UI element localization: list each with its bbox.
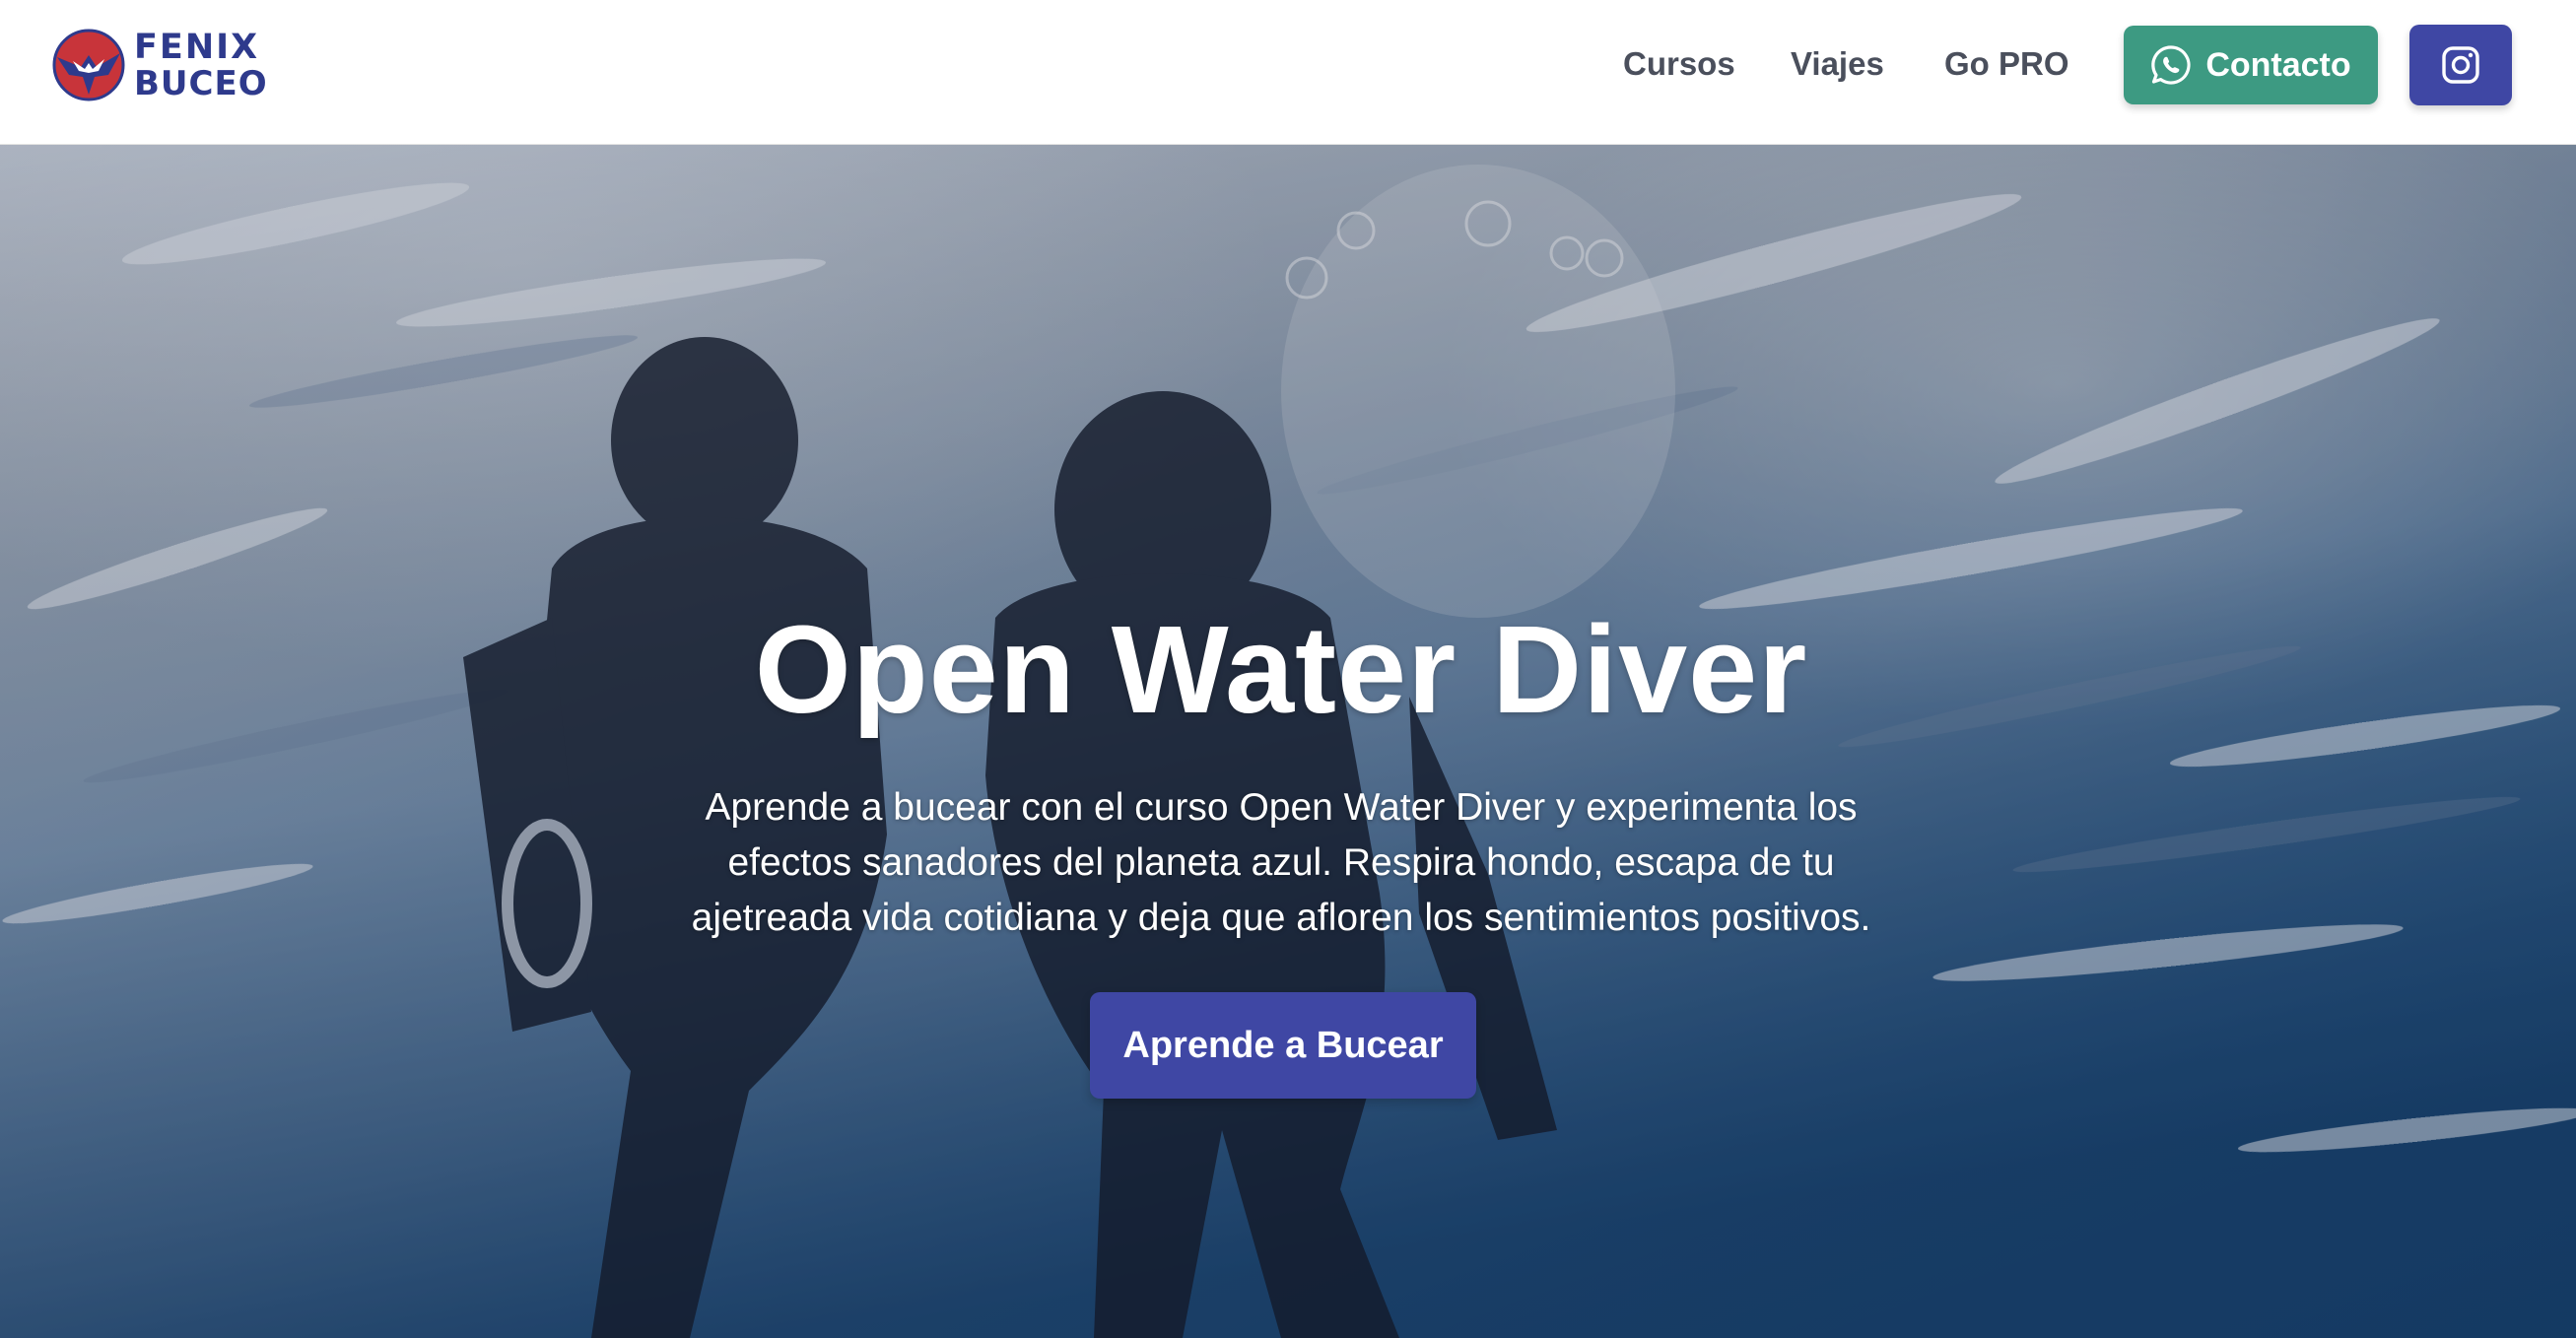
nav-link-go-pro[interactable]: Go PRO — [1944, 45, 2069, 83]
brand-logo[interactable]: FENIX BUCEO — [51, 27, 267, 103]
whatsapp-icon — [2151, 45, 2191, 85]
contact-button[interactable]: Contacto — [2124, 26, 2378, 104]
hero-subtitle: Aprende a bucear con el curso Open Water… — [691, 786, 1871, 939]
nav-link-viajes[interactable]: Viajes — [1791, 45, 1884, 83]
site-header: FENIX BUCEO Cursos Viajes Go PRO Contact… — [0, 0, 2576, 145]
hero-section: Open Water Diver Aprende a bucear con el… — [0, 145, 2576, 1338]
hero-content: Open Water Diver Aprende a bucear con el… — [0, 145, 2576, 1338]
fenix-logo-icon — [52, 29, 125, 101]
brand-wordmark: FENIX BUCEO — [134, 27, 268, 103]
instagram-icon — [2442, 46, 2479, 84]
nav-link-cursos[interactable]: Cursos — [1623, 45, 1735, 83]
hero-title: Open Water Diver — [754, 600, 1808, 739]
brand-line-1: FENIX — [134, 27, 260, 67]
instagram-button[interactable] — [2409, 25, 2512, 105]
contact-button-label: Contacto — [2205, 45, 2351, 84]
brand-line-2: BUCEO — [134, 63, 268, 103]
learn-to-dive-button[interactable]: Aprende a Bucear — [1090, 992, 1476, 1099]
